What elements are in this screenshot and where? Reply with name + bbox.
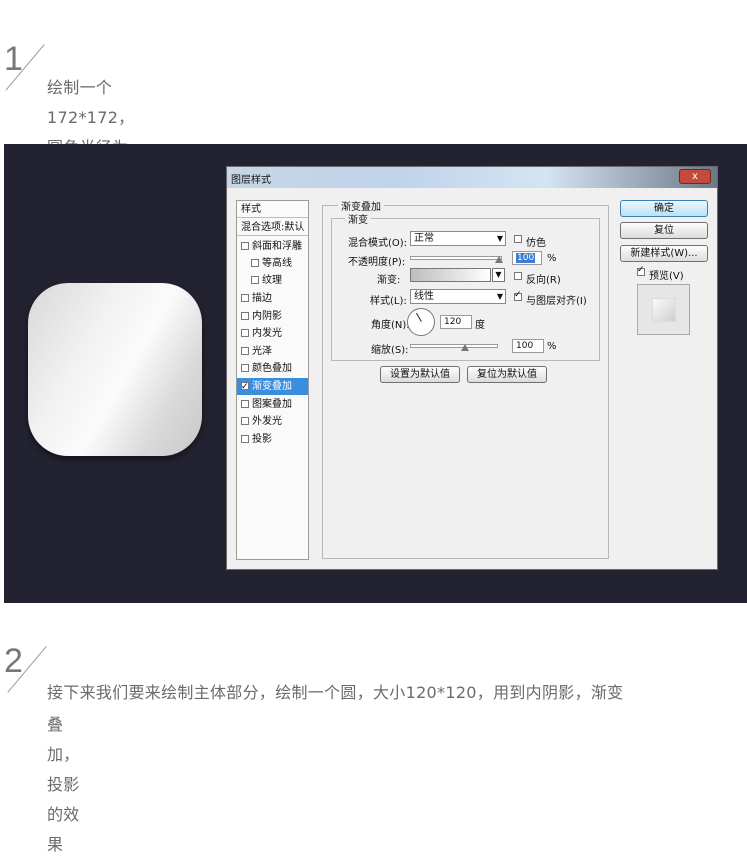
checkbox-icon[interactable] (251, 259, 259, 267)
style-item-label: 描边 (252, 293, 272, 304)
gradient-style-value: 线性 (414, 291, 434, 302)
checkbox-icon[interactable] (241, 417, 249, 425)
style-item-label: 渐变叠加 (252, 381, 292, 392)
blend-mode-value: 正常 (414, 233, 434, 244)
reverse-checkbox[interactable] (514, 272, 522, 280)
checkbox-icon[interactable] (241, 294, 249, 302)
style-item-gradient-overlay[interactable]: 渐变叠加 (237, 378, 308, 396)
align-with-layer-checkbox[interactable] (514, 290, 522, 301)
opacity-unit: % (547, 253, 557, 264)
align-with-layer-label: 与图层对齐(I) (526, 296, 587, 307)
rounded-rectangle-shape (28, 283, 202, 456)
checkbox-checked-icon[interactable] (241, 379, 249, 396)
style-item-satin[interactable]: 光泽 (237, 343, 308, 360)
angle-label: 角度(N): (371, 320, 410, 331)
style-item-label: 等高线 (262, 258, 292, 269)
style-item-stroke[interactable]: 描边 (237, 290, 308, 307)
dither-label: 仿色 (526, 238, 546, 249)
opacity-label: 不透明度(P): (348, 257, 406, 268)
reset-button[interactable]: 复位 (620, 222, 708, 239)
scale-slider-thumb[interactable] (461, 344, 469, 351)
scale-unit: % (547, 341, 557, 352)
blend-options-item[interactable]: 混合选项:默认 (237, 219, 308, 236)
dialog-titlebar[interactable]: 图层样式 x (227, 167, 717, 188)
preview-label: 预览(V) (649, 271, 684, 282)
checkbox-icon[interactable] (241, 329, 249, 337)
gradient-group-title: 渐变 (345, 211, 371, 226)
opacity-slider-thumb[interactable] (495, 256, 503, 263)
scale-slider[interactable] (410, 344, 498, 348)
layer-style-dialog: 图层样式 x 样式 混合选项:默认 斜面和浮雕 等高线 纹理 描边 内阴影 内发… (226, 166, 718, 570)
style-item-label: 纹理 (262, 275, 282, 286)
opacity-input[interactable]: 100 (512, 251, 542, 265)
opacity-slider[interactable] (410, 256, 502, 260)
checkbox-icon[interactable] (241, 242, 249, 250)
style-item-label: 光泽 (252, 346, 272, 357)
preview-checkbox[interactable] (637, 265, 645, 276)
style-item-label: 斜面和浮雕 (252, 241, 302, 252)
checkbox-icon[interactable] (241, 364, 249, 372)
gradient-label: 渐变: (377, 275, 401, 286)
style-item-label: 图案叠加 (252, 399, 292, 410)
style-item-pattern-overlay[interactable]: 图案叠加 (237, 396, 308, 413)
angle-value: 120 (444, 317, 462, 327)
step-description-line-2: 叠加，投影的效果 (47, 715, 80, 854)
close-button[interactable]: x (679, 169, 711, 184)
blend-mode-label: 混合模式(O): (348, 238, 408, 249)
reverse-label: 反向(R) (526, 275, 561, 286)
scale-label: 缩放(S): (371, 345, 409, 356)
gradient-style-dropdown[interactable]: 线性 ▼ (410, 289, 506, 304)
checkbox-icon[interactable] (241, 400, 249, 408)
checkbox-icon[interactable] (241, 347, 249, 355)
angle-input[interactable]: 120 (440, 315, 472, 329)
style-item-outer-glow[interactable]: 外发光 (237, 413, 308, 430)
opacity-value: 100 (516, 253, 536, 263)
step-description-line-1: 接下来我们要来绘制主体部分，绘制一个圆，大小120*120，用到内阴影，渐变 (47, 683, 624, 702)
reset-default-button[interactable]: 复位为默认值 (467, 366, 547, 383)
angle-dial-icon[interactable] (407, 308, 435, 336)
style-preview-thumbnail (637, 284, 690, 335)
angle-unit: 度 (475, 320, 485, 331)
checkbox-icon[interactable] (241, 435, 249, 443)
styles-list-header[interactable]: 样式 (237, 201, 308, 218)
blend-mode-dropdown[interactable]: 正常 ▼ (410, 231, 506, 246)
style-item-inner-glow[interactable]: 内发光 (237, 325, 308, 342)
style-item-label: 内发光 (252, 328, 282, 339)
style-item-drop-shadow[interactable]: 投影 (237, 431, 308, 448)
style-item-label: 内阴影 (252, 311, 282, 322)
dropdown-arrow-icon: ▼ (496, 234, 503, 243)
ok-button[interactable]: 确定 (620, 200, 708, 217)
dropdown-arrow-icon: ▼ (496, 292, 503, 301)
preview-swatch (652, 298, 676, 322)
style-item-inner-shadow[interactable]: 内阴影 (237, 308, 308, 325)
gradient-preview-swatch[interactable] (410, 268, 491, 282)
style-item-bevel-emboss[interactable]: 斜面和浮雕 (237, 238, 308, 255)
dither-checkbox[interactable] (514, 235, 522, 243)
gradient-picker-dropdown-icon[interactable]: ▼ (492, 268, 505, 282)
style-item-label: 外发光 (252, 416, 282, 427)
style-item-label: 投影 (252, 434, 272, 445)
checkbox-icon[interactable] (241, 312, 249, 320)
scale-input[interactable]: 100 (512, 339, 544, 353)
set-default-button[interactable]: 设置为默认值 (380, 366, 460, 383)
style-item-color-overlay[interactable]: 颜色叠加 (237, 360, 308, 377)
styles-list: 样式 混合选项:默认 斜面和浮雕 等高线 纹理 描边 内阴影 内发光 光泽 颜色… (236, 200, 309, 560)
checkbox-icon[interactable] (251, 276, 259, 284)
style-item-texture[interactable]: 纹理 (237, 272, 308, 289)
scale-value: 100 (516, 341, 534, 351)
style-item-label: 颜色叠加 (252, 363, 292, 374)
new-style-button[interactable]: 新建样式(W)... (620, 245, 708, 262)
dialog-title: 图层样式 (231, 175, 271, 186)
style-item-contour[interactable]: 等高线 (237, 255, 308, 272)
gradient-style-label: 样式(L): (370, 296, 407, 307)
